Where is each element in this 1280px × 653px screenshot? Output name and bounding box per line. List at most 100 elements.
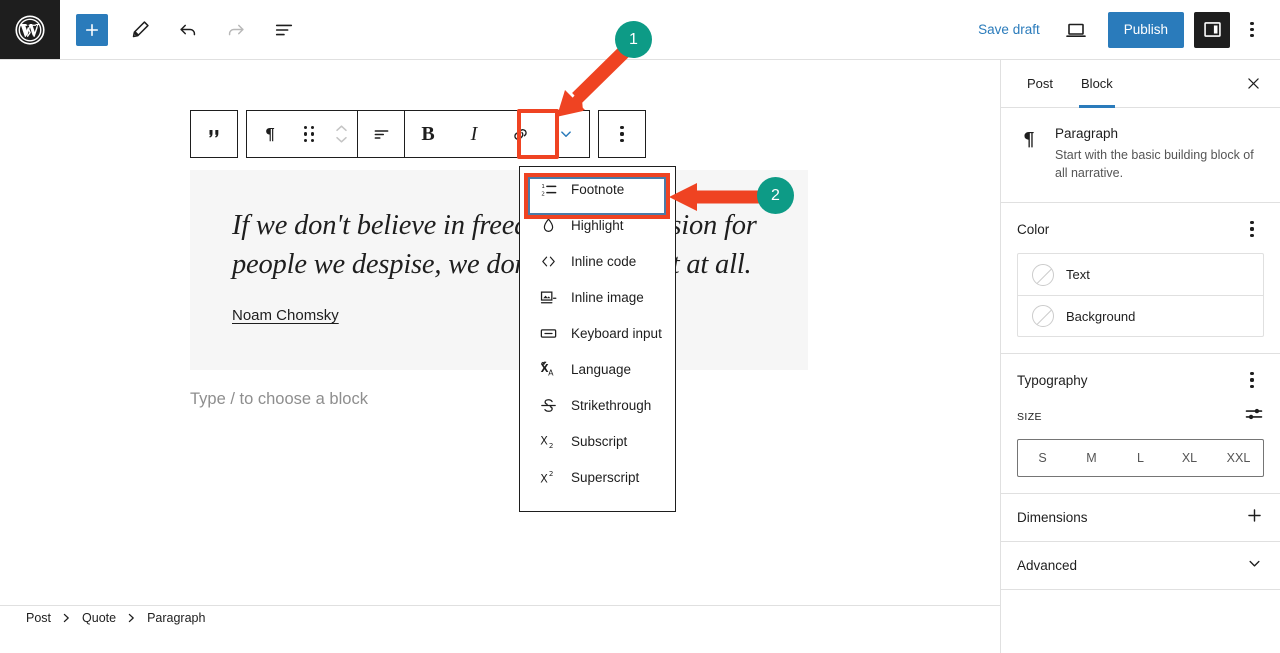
kebab-vertical-icon <box>1250 221 1254 237</box>
breadcrumb-item-paragraph[interactable]: Paragraph <box>147 611 205 625</box>
font-size-label: SIZE <box>1017 410 1042 423</box>
breadcrumb-item-quote[interactable]: Quote <box>82 611 116 625</box>
inline-format-section: B I <box>405 111 589 157</box>
publish-button[interactable]: Publish <box>1107 11 1184 48</box>
block-format-group: ¶ B I <box>246 110 590 158</box>
italic-button[interactable]: I <box>451 111 497 157</box>
color-row-label: Background <box>1066 308 1136 324</box>
droplet-icon <box>538 215 558 235</box>
color-panel-header: Color <box>1017 217 1264 241</box>
dimensions-panel-title: Dimensions <box>1017 510 1088 525</box>
paragraph-pilcrow-icon: ¶ <box>265 124 275 143</box>
link-button[interactable] <box>497 111 543 157</box>
font-size-option-l[interactable]: L <box>1116 440 1165 476</box>
select-parent-quote-button[interactable] <box>191 111 237 157</box>
menu-item-subscript[interactable]: X 2 Subscript <box>520 423 675 459</box>
wordpress-block-editor: W Save draft Publish If we don't believe… <box>0 0 1280 653</box>
advanced-expand-button[interactable] <box>1245 554 1264 578</box>
typography-panel-options-button[interactable] <box>1240 368 1264 392</box>
document-overview-button[interactable] <box>265 11 303 49</box>
menu-item-superscript[interactable]: X 2 Superscript <box>520 459 675 495</box>
menu-item-label: Subscript <box>571 433 628 449</box>
tab-block[interactable]: Block <box>1067 60 1127 108</box>
kebab-vertical-icon <box>1250 372 1254 388</box>
bold-button[interactable]: B <box>405 111 451 157</box>
plus-icon <box>1248 508 1261 522</box>
typography-panel: Typography SIZE S M L XL XXL <box>1001 354 1280 494</box>
quote-icon <box>209 130 219 138</box>
block-options-button[interactable] <box>599 111 645 157</box>
block-info-text: Paragraph Start with the basic building … <box>1055 126 1264 182</box>
align-text-button[interactable] <box>358 111 404 157</box>
chevron-down-icon <box>1249 560 1260 567</box>
svg-text:X: X <box>540 472 548 485</box>
menu-item-label: Footnote <box>571 181 625 197</box>
parent-block-group <box>190 110 238 158</box>
redo-button[interactable] <box>217 11 255 49</box>
font-size-settings-button[interactable] <box>1244 404 1264 429</box>
settings-panel-toggle-button[interactable] <box>1194 11 1230 48</box>
quote-citation[interactable]: Noam Chomsky <box>232 307 339 324</box>
drag-handle-icon <box>303 126 314 142</box>
dimensions-panel[interactable]: Dimensions <box>1001 494 1280 542</box>
tab-post[interactable]: Post <box>1013 60 1067 107</box>
save-draft-button[interactable]: Save draft <box>968 16 1050 43</box>
menu-item-inline-image[interactable]: Inline image <box>520 279 675 315</box>
breadcrumb-item-post[interactable]: Post <box>26 611 51 625</box>
kebab-vertical-icon <box>620 126 624 142</box>
menu-item-label: Strikethrough <box>571 397 652 413</box>
color-row-text[interactable]: Text <box>1018 254 1263 295</box>
font-size-option-s[interactable]: S <box>1018 440 1067 476</box>
bold-label: B <box>421 122 435 145</box>
menu-item-label: Keyboard input <box>571 325 662 341</box>
more-formats-dropdown-menu: 1 2 Footnote Highlight Inline code Inlin… <box>519 166 676 512</box>
svg-text:2: 2 <box>548 468 553 477</box>
svg-text:2: 2 <box>541 191 545 197</box>
block-info-description: Start with the basic building block of a… <box>1055 148 1254 180</box>
menu-item-inline-code[interactable]: Inline code <box>520 243 675 279</box>
editor-options-button[interactable] <box>1234 12 1270 48</box>
advanced-panel[interactable]: Advanced <box>1001 542 1280 590</box>
preview-button[interactable] <box>1057 11 1095 49</box>
menu-item-keyboard-input[interactable]: Keyboard input <box>520 315 675 351</box>
wordpress-logo-icon[interactable]: W <box>0 0 60 59</box>
block-options-group <box>598 110 646 158</box>
font-size-option-xxl[interactable]: XXL <box>1214 440 1263 476</box>
block-toolbar: ¶ B I <box>190 110 646 158</box>
block-type-paragraph-button[interactable]: ¶ <box>247 111 293 157</box>
annotation-badge-1: 1 <box>615 21 652 58</box>
close-sidebar-button[interactable] <box>1238 69 1268 99</box>
undo-button[interactable] <box>169 11 207 49</box>
font-size-header: SIZE <box>1017 404 1264 429</box>
move-up-down-icon <box>325 124 357 144</box>
font-size-option-m[interactable]: M <box>1067 440 1116 476</box>
move-block-updown-buttons[interactable] <box>325 111 357 157</box>
menu-item-label: Inline code <box>571 253 637 269</box>
typography-panel-header: Typography <box>1017 368 1264 392</box>
align-section <box>358 111 404 157</box>
drag-block-handle[interactable] <box>293 111 325 157</box>
close-x-icon <box>1247 78 1259 89</box>
color-swatch-empty-icon <box>1032 263 1054 286</box>
menu-item-footnote[interactable]: 1 2 Footnote <box>520 171 675 207</box>
font-size-option-xl[interactable]: XL <box>1165 440 1214 476</box>
empty-paragraph-placeholder[interactable]: Type / to choose a block <box>190 390 368 409</box>
inline-image-icon <box>538 287 558 307</box>
svg-text:¶: ¶ <box>1023 129 1035 150</box>
add-block-button[interactable] <box>76 13 108 46</box>
edit-tool-button[interactable] <box>121 11 159 49</box>
menu-item-strikethrough[interactable]: Strikethrough <box>520 387 675 423</box>
paragraph-pilcrow-icon: ¶ <box>1017 126 1041 182</box>
quote-block[interactable]: If we don't believe in freedom of expres… <box>190 170 808 370</box>
menu-item-language[interactable]: X A Language <box>520 351 675 387</box>
menu-item-label: Highlight <box>571 217 624 233</box>
color-row-background[interactable]: Background <box>1018 295 1263 336</box>
quote-text[interactable]: If we don't believe in freedom of expres… <box>232 206 772 284</box>
menu-item-label: Superscript <box>571 469 640 485</box>
breadcrumb-separator <box>127 613 136 623</box>
more-formats-button[interactable] <box>543 111 589 157</box>
top-bar-right-tools: Save draft Publish <box>968 11 1280 49</box>
color-panel-options-button[interactable] <box>1240 217 1264 241</box>
menu-item-highlight[interactable]: Highlight <box>520 207 675 243</box>
dimensions-add-button[interactable] <box>1245 506 1264 530</box>
